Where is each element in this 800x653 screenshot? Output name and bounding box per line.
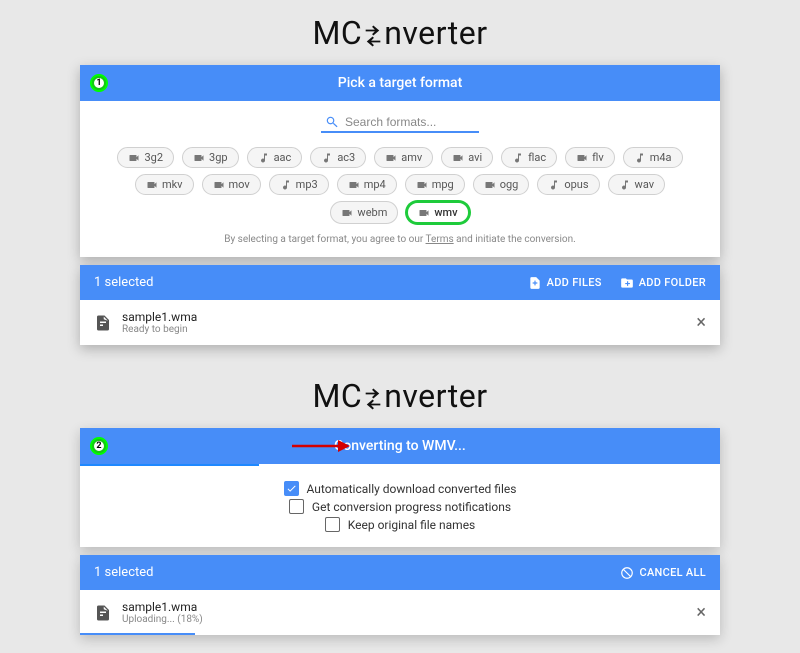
format-chip-ogg[interactable]: ogg: [473, 174, 530, 195]
add-folder-button[interactable]: ADD FOLDER: [620, 276, 706, 290]
format-chip-wmv[interactable]: wmv: [406, 201, 469, 224]
file-info-2: sample1.wma Uploading... (18%): [122, 600, 686, 625]
add-folder-icon: [620, 276, 634, 290]
terms-link[interactable]: Terms: [426, 234, 454, 245]
file-row-2: sample1.wma Uploading... (18%) ×: [80, 590, 720, 635]
remove-file-button-2[interactable]: ×: [696, 604, 706, 622]
convert-title: Converting to WMV...: [334, 438, 466, 454]
file-status: Ready to begin: [122, 324, 686, 335]
file-icon: [94, 604, 112, 622]
format-header: 1 Pick a target format: [80, 65, 720, 101]
file-name: sample1.wma: [122, 310, 686, 324]
file-info: sample1.wma Ready to begin: [122, 310, 686, 335]
format-chip-mp4[interactable]: mp4: [337, 174, 397, 195]
selected-count: 1 selected: [94, 275, 153, 290]
option-checkbox-0[interactable]: [284, 481, 299, 496]
file-icon: [94, 314, 112, 332]
step-badge-1: 1: [90, 74, 108, 92]
option-row-2: Keep original file names: [80, 517, 720, 532]
format-chip-opus[interactable]: opus: [537, 174, 599, 195]
file-actions: ADD FILES ADD FOLDER: [528, 276, 706, 290]
option-label-2: Keep original file names: [348, 518, 476, 532]
search-input[interactable]: [345, 115, 475, 129]
brand-logo-2: MCnverter: [16, 371, 784, 420]
format-chip-flac[interactable]: flac: [501, 147, 557, 168]
add-file-icon: [528, 276, 542, 290]
upload-progress: [80, 633, 195, 635]
format-chip-webm[interactable]: webm: [330, 201, 398, 224]
convert-card: 2 Converting to WMV... Automatically dow…: [80, 428, 720, 547]
option-label-1: Get conversion progress notifications: [312, 500, 511, 514]
format-chips: 3g2 3gp aac ac3 amvaviflacflv m4a mkvmov mp3 mp4…: [98, 147, 702, 224]
arrow-icon: [290, 438, 350, 454]
cancel-icon: [620, 566, 634, 580]
format-chip-flv[interactable]: flv: [565, 147, 615, 168]
format-chip-mov[interactable]: mov: [202, 174, 261, 195]
convert-progress: [80, 464, 259, 466]
option-row-0: Automatically download converted files: [80, 481, 720, 496]
file-name-2: sample1.wma: [122, 600, 686, 614]
format-chip-wav[interactable]: wav: [608, 174, 666, 195]
option-label-0: Automatically download converted files: [307, 482, 517, 496]
format-chip-mpg[interactable]: mpg: [405, 174, 465, 195]
convert-icon: [362, 380, 384, 418]
files-header-2: 1 selected CANCEL ALL: [80, 555, 720, 590]
option-checkbox-1[interactable]: [289, 499, 304, 514]
format-chip-mp3[interactable]: mp3: [269, 174, 329, 195]
options-list: Automatically download converted files Ge…: [80, 464, 720, 547]
file-row-1: sample1.wma Ready to begin ×: [80, 300, 720, 345]
brand-post: nverter: [384, 14, 487, 52]
format-chip-3g2[interactable]: 3g2: [117, 147, 174, 168]
section-step1: MC nverter 1 Pick a target format 3g2 3gp a…: [0, 0, 800, 363]
format-title: Pick a target format: [338, 75, 462, 91]
convert-icon: [362, 17, 384, 55]
brand-pre: MC: [312, 14, 362, 52]
add-files-button[interactable]: ADD FILES: [528, 276, 602, 290]
step-badge-2: 2: [90, 437, 108, 455]
disclaimer: By selecting a target format, you agree …: [98, 234, 702, 245]
files-card-1: 1 selected ADD FILES ADD FOLDER sample1.…: [80, 265, 720, 345]
option-checkbox-2[interactable]: [325, 517, 340, 532]
remove-file-button[interactable]: ×: [696, 314, 706, 332]
search-field[interactable]: [321, 113, 479, 133]
convert-header: 2 Converting to WMV...: [80, 428, 720, 464]
format-chip-ac3[interactable]: ac3: [310, 147, 366, 168]
format-body: 3g2 3gp aac ac3 amvaviflacflv m4a mkvmov mp3 mp4…: [80, 101, 720, 257]
format-chip-aac[interactable]: aac: [247, 147, 303, 168]
file-status-2: Uploading... (18%): [122, 614, 686, 625]
file-actions-2: CANCEL ALL: [620, 566, 706, 580]
format-chip-amv[interactable]: amv: [374, 147, 433, 168]
format-chip-m4a[interactable]: m4a: [623, 147, 683, 168]
format-chip-avi[interactable]: avi: [441, 147, 493, 168]
search-icon: [325, 115, 339, 129]
section-step2: MCnverter 2 Converting to WMV... Automat…: [0, 363, 800, 653]
format-card: 1 Pick a target format 3g2 3gp aac ac3 amvav…: [80, 65, 720, 257]
option-row-1: Get conversion progress notifications: [80, 499, 720, 514]
brand-logo: MC nverter: [16, 8, 784, 57]
format-chip-3gp[interactable]: 3gp: [182, 147, 239, 168]
files-header-1: 1 selected ADD FILES ADD FOLDER: [80, 265, 720, 300]
files-card-2: 1 selected CANCEL ALL sample1.wma Upload…: [80, 555, 720, 635]
format-chip-mkv[interactable]: mkv: [135, 174, 194, 195]
cancel-all-button[interactable]: CANCEL ALL: [620, 566, 706, 580]
selected-count-2: 1 selected: [94, 565, 153, 580]
